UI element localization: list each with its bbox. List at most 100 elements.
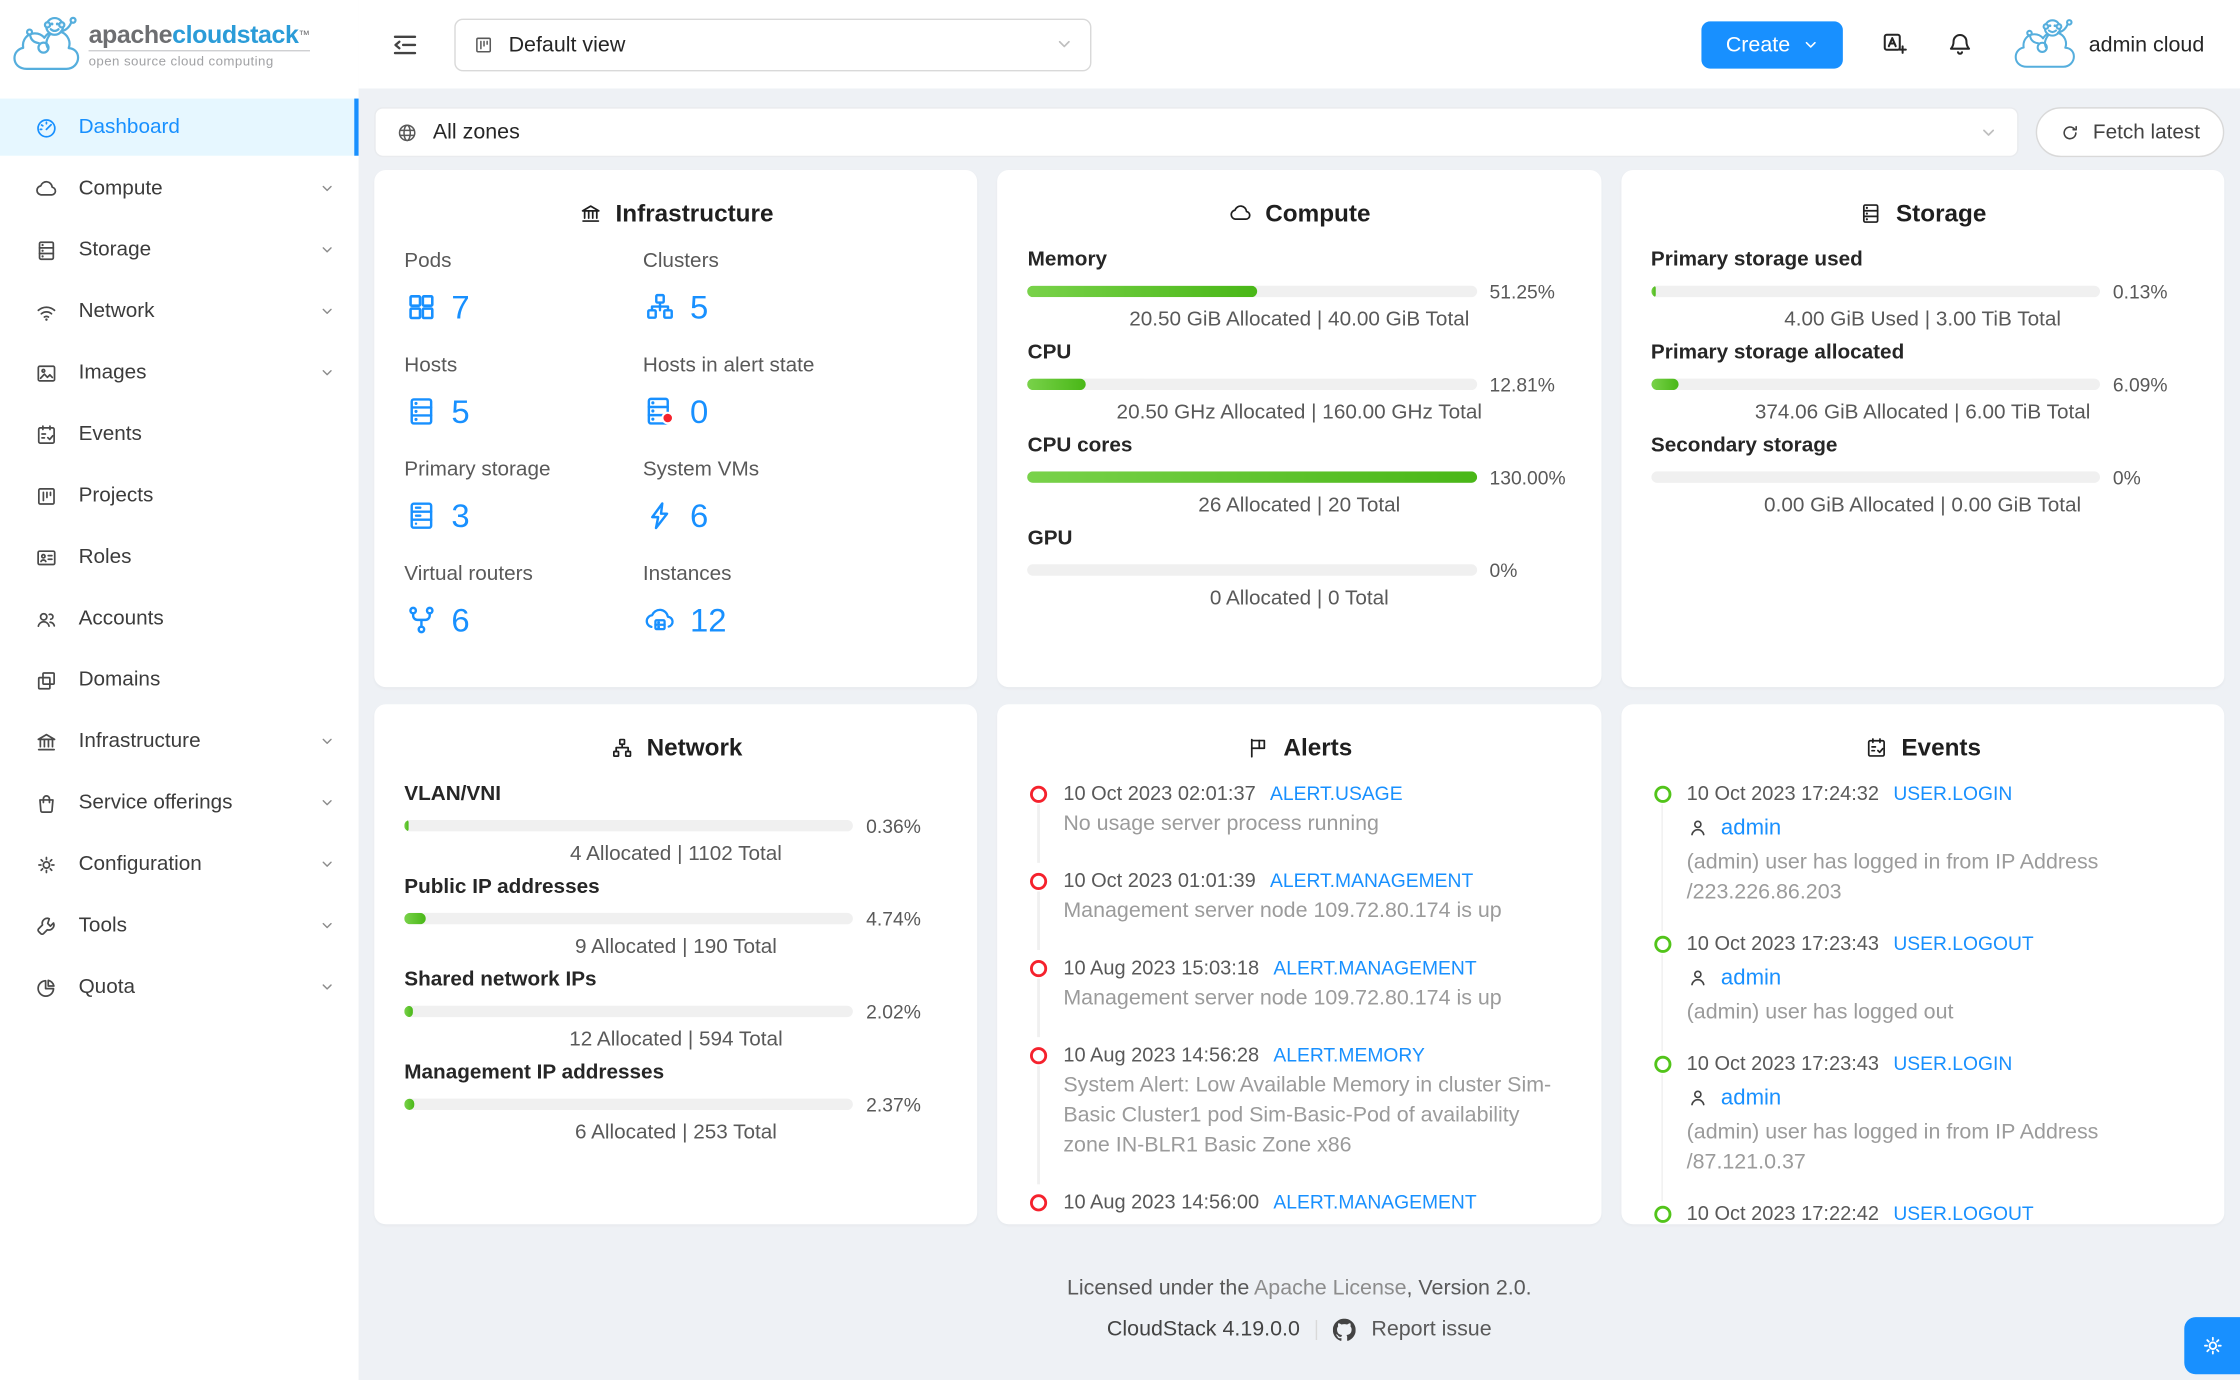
card-title-text: Compute [1265, 199, 1371, 227]
create-button[interactable]: Create [1701, 20, 1844, 68]
progress-percent: 130.00% [1489, 466, 1566, 488]
events-card-title: Events [1621, 704, 2224, 767]
menu-fold-icon[interactable] [390, 29, 420, 59]
event-type-link[interactable]: USER.LOGIN [1893, 1053, 2012, 1074]
cluster-icon [643, 290, 677, 324]
card-title-text: Network [646, 733, 743, 761]
apache-license-link[interactable]: Apache License [1254, 1276, 1407, 1300]
sidebar-menu: Dashboard Compute Storage Network Images [0, 89, 359, 1020]
alert-type-link[interactable]: ALERT.MANAGEMENT [1273, 1191, 1476, 1212]
sidebar-item-quota[interactable]: Quota [0, 959, 359, 1016]
alert-time: 10 Oct 2023 01:01:39 [1063, 868, 1256, 892]
progress-track [1027, 564, 1477, 576]
sidebar-item-infrastructure[interactable]: Infrastructure [0, 713, 359, 770]
sidebar-item-network[interactable]: Network [0, 283, 359, 340]
user-menu[interactable]: admin cloud [2012, 16, 2204, 73]
chevron-down-icon [1980, 124, 1997, 141]
progress-percent: 51.25% [1489, 280, 1555, 303]
alert-dot [1030, 872, 1048, 890]
chevron-down-icon [320, 304, 334, 318]
view-select[interactable]: Default view [454, 17, 1092, 71]
card-title-text: Alerts [1283, 733, 1353, 761]
sidebar-item-service-offerings[interactable]: Service offerings [0, 774, 359, 831]
stat-virtual-routers[interactable]: Virtual routers 6 [404, 560, 643, 639]
meter-caption: 4 Allocated | 1102 Total [569, 842, 782, 866]
event-user-link[interactable]: admin [1721, 1085, 1781, 1111]
event-user-link[interactable]: admin [1721, 815, 1781, 841]
event-type-link[interactable]: USER.LOGOUT [1893, 1203, 2033, 1224]
meter-caption: 0 Allocated | 0 Total [1209, 587, 1389, 610]
meter-caption: 374.06 GiB Allocated | 6.00 TiB Total [1754, 401, 2091, 425]
sidebar-item-events[interactable]: Events [0, 406, 359, 463]
wrench-icon [34, 914, 58, 938]
stat-hosts[interactable]: Hosts 5 [404, 351, 643, 430]
progress-track [1650, 285, 2100, 298]
progress-track [1027, 285, 1477, 298]
sidebar-item-storage[interactable]: Storage [0, 221, 359, 278]
report-issue-link[interactable]: Report issue [1371, 1317, 1491, 1341]
sidebar-item-label: Configuration [78, 852, 202, 876]
meter-management-ips: Management IP addresses 2.37% 6 Allocate… [404, 1059, 947, 1149]
stat-label: Hosts [404, 354, 458, 378]
progress-percent: 4.74% [866, 907, 921, 930]
appstore-icon [404, 290, 438, 324]
stat-pods[interactable]: Pods 7 [404, 247, 643, 326]
sidebar-item-images[interactable]: Images [0, 344, 359, 401]
meter-caption: 12 Allocated | 594 Total [569, 1028, 783, 1052]
chevron-down-icon [320, 734, 334, 748]
stat-instances[interactable]: Instances 12 [643, 560, 948, 639]
sidebar-item-compute[interactable]: Compute [0, 160, 359, 217]
progress-fill [1027, 471, 1477, 483]
meter-label: Primary storage allocated [1650, 341, 1905, 365]
meter-label: Management IP addresses [404, 1061, 665, 1085]
sidebar-item-roles[interactable]: Roles [0, 529, 359, 586]
event-type-link[interactable]: USER.LOGIN [1893, 783, 2012, 804]
event-dot [1653, 934, 1671, 953]
github-icon [1333, 1318, 1356, 1341]
meter-caption: 9 Allocated | 190 Total [574, 935, 777, 959]
event-message: (admin) user has logged out [1686, 999, 1954, 1025]
event-type-link[interactable]: USER.LOGOUT [1893, 933, 2033, 954]
alert-type-link[interactable]: ALERT.MEMORY [1273, 1044, 1424, 1065]
sidebar-item-label: Images [78, 361, 147, 385]
flag-icon [1246, 736, 1270, 760]
alert-type-link[interactable]: ALERT.MANAGEMENT [1273, 957, 1476, 978]
app-logo[interactable]: apachecloudstack™ open source cloud comp… [0, 0, 359, 89]
translate-icon[interactable] [1880, 30, 1909, 59]
sidebar-item-dashboard[interactable]: Dashboard [0, 98, 359, 156]
stat-label: Hosts in alert state [642, 354, 815, 378]
alert-type-link[interactable]: ALERT.USAGE [1270, 783, 1403, 804]
cards-grid: Infrastructure Pods 7 Clusters 5 Hosts 5… [374, 169, 2225, 1225]
sidebar-item-tools[interactable]: Tools [0, 897, 359, 954]
sidebar-item-label: Roles [78, 545, 132, 569]
progress-percent: 0% [1489, 559, 1518, 581]
stat-label: Virtual routers [404, 562, 533, 586]
alert-type-link[interactable]: ALERT.MANAGEMENT [1270, 870, 1473, 891]
sidebar-item-projects[interactable]: Projects [0, 467, 359, 524]
event-item: 10 Oct 2023 17:22:42 USER.LOGOUT [1621, 1199, 2194, 1224]
alert-item: 10 Aug 2023 14:56:00 ALERT.MANAGEMENT [998, 1187, 1571, 1217]
sidebar-item-label: Quota [78, 975, 135, 999]
sidebar-item-configuration[interactable]: Configuration [0, 836, 359, 893]
settings-fab-button[interactable] [2184, 1317, 2240, 1375]
stat-system-vms[interactable]: System VMs 6 [643, 456, 948, 535]
events-timeline: 10 Oct 2023 17:24:32 USER.LOGIN admin (ad… [1621, 767, 2224, 1224]
card-title-text: Storage [1895, 199, 1987, 227]
version-line: CloudStack 4.19.0.0 Report issue [374, 1317, 2224, 1341]
progress-track [404, 1098, 854, 1110]
notifications-bell-icon[interactable] [1946, 30, 1975, 59]
zone-select[interactable]: All zones [374, 107, 2019, 158]
stat-primary-storage[interactable]: Primary storage 3 [404, 456, 643, 535]
sidebar-item-domains[interactable]: Domains [0, 651, 359, 708]
logo-cloudstack: cloudstack [172, 19, 299, 48]
fetch-latest-button[interactable]: Fetch latest [2035, 107, 2225, 158]
block-icon [34, 668, 58, 692]
alert-dot [1030, 784, 1048, 803]
stat-clusters[interactable]: Clusters 5 [643, 247, 948, 326]
sidebar-item-accounts[interactable]: Accounts [0, 590, 359, 647]
cloud-icon [34, 176, 58, 200]
progress-fill [404, 912, 426, 925]
event-user-link[interactable]: admin [1721, 965, 1781, 991]
stat-hosts-alert[interactable]: Hosts in alert state 0 [643, 351, 948, 430]
meter-secondary-storage: Secondary storage 0% 0.00 GiB Allocated … [1650, 431, 2194, 521]
